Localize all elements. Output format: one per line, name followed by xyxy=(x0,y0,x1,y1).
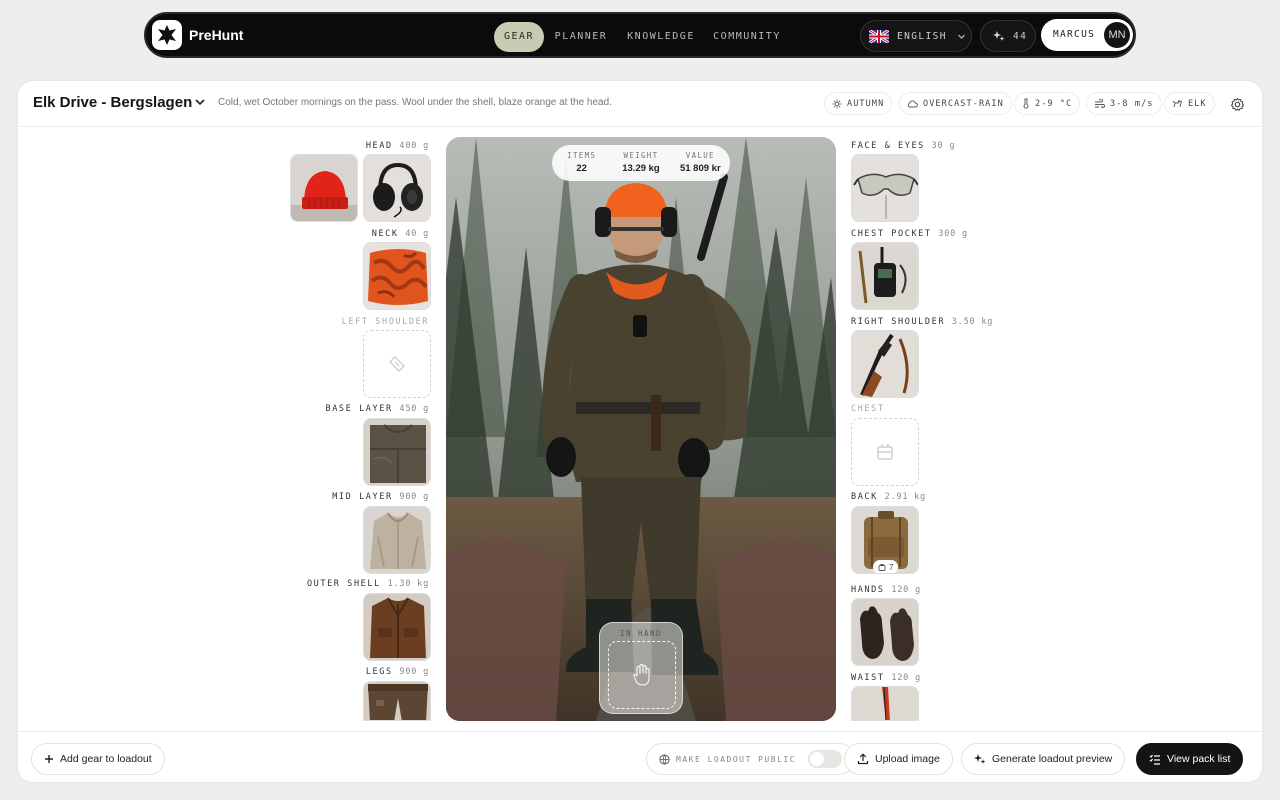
stat-weight: WEIGHT 13.29 kg xyxy=(622,151,660,174)
language-label: ENGLISH xyxy=(897,30,947,42)
slot-back-label: BACK 2.91 kg xyxy=(851,492,927,502)
gear-tile-outer-shell[interactable] xyxy=(363,593,431,661)
slot-face-eyes-label: FACE & EYES 30 g xyxy=(851,141,956,151)
slot-left-shoulder-label: LEFT SHOULDER xyxy=(341,317,429,327)
slot-outer-shell-label: OUTER SHELL 1.30 kg xyxy=(306,579,429,589)
slot-chest-label: CHEST xyxy=(851,404,885,414)
make-public-toggle[interactable]: MAKE LOADOUT PUBLIC xyxy=(646,743,856,775)
elk-icon xyxy=(1172,99,1183,107)
slot-head-label: HEAD 400 g xyxy=(365,141,429,151)
gear-tile-knife[interactable] xyxy=(851,686,919,721)
slot-base-layer-label: BASE LAYER 450 g xyxy=(325,404,429,414)
tab-planner[interactable]: PLANNER xyxy=(550,22,612,52)
prehunt-logo-icon[interactable] xyxy=(152,20,182,50)
gear-icon xyxy=(1230,97,1244,111)
tab-community[interactable]: COMMUNITY xyxy=(708,22,786,52)
user-menu[interactable]: MARCUS MN xyxy=(1041,19,1133,51)
wind-chip[interactable]: 3-8 m/s xyxy=(1086,92,1162,115)
gear-tile-rifle[interactable] xyxy=(851,330,919,398)
points-value: 44 xyxy=(1013,30,1028,42)
chest-slot-icon xyxy=(877,444,893,460)
loadout-card: Elk Drive - Bergslagen Cold, wet October… xyxy=(17,80,1263,783)
plus-icon xyxy=(45,755,53,763)
bag-icon xyxy=(878,564,886,571)
hand-icon xyxy=(633,663,650,686)
globe-icon xyxy=(659,753,670,765)
user-name: MARCUS xyxy=(1053,29,1096,40)
sparkle-icon xyxy=(974,754,986,764)
in-hand-dropzone[interactable] xyxy=(608,641,676,709)
empty-slot-left-shoulder[interactable] xyxy=(363,330,431,398)
weather-label: OVERCAST-RAIN xyxy=(923,98,1004,109)
gear-tile-gloves[interactable] xyxy=(851,598,919,666)
generate-preview-button[interactable]: Generate loadout preview xyxy=(961,743,1126,775)
add-gear-button[interactable]: Add gear to loadout xyxy=(31,743,165,775)
slot-hands-label: HANDS 120 g xyxy=(851,585,921,595)
upload-icon xyxy=(857,753,869,765)
tab-knowledge[interactable]: KNOWLEDGE xyxy=(620,22,702,52)
points-counter[interactable]: 44 xyxy=(980,20,1036,52)
hunter-preview-image: ITEMS 22 WEIGHT 13.29 kg VALUE 51 809 kr… xyxy=(446,137,836,721)
public-toggle-switch[interactable] xyxy=(808,750,843,768)
gear-tile-radio[interactable] xyxy=(851,242,919,310)
language-selector[interactable]: ENGLISH xyxy=(860,20,972,52)
top-navigation: PreHunt GEAR PLANNER KNOWLEDGE COMMUNITY… xyxy=(144,12,1136,58)
season-chip[interactable]: AUTUMN xyxy=(824,92,893,115)
chevron-down-icon xyxy=(957,34,965,39)
stat-value: VALUE 51 809 kr xyxy=(679,151,721,174)
gear-tile-base-layer[interactable] xyxy=(363,418,431,486)
slot-waist-label: WAIST 120 g xyxy=(851,673,921,683)
gear-tile-neck-gaiter[interactable] xyxy=(363,242,431,310)
settings-button[interactable] xyxy=(1225,92,1249,116)
avatar: MN xyxy=(1104,22,1130,48)
loadout-description: Cold, wet October mornings on the pass. … xyxy=(218,97,612,108)
slot-right-shoulder-label: RIGHT SHOULDER 3.50 kg xyxy=(851,317,994,327)
chevron-down-icon[interactable] xyxy=(194,96,206,108)
upload-image-button[interactable]: Upload image xyxy=(844,743,953,775)
cloud-icon xyxy=(907,100,918,107)
uk-flag-icon xyxy=(869,29,889,43)
game-chip[interactable]: ELK xyxy=(1164,92,1215,115)
slot-legs-label: LEGS 900 g xyxy=(365,667,429,677)
loadout-stats: ITEMS 22 WEIGHT 13.29 kg VALUE 51 809 kr xyxy=(552,145,730,181)
shoulder-slot-icon xyxy=(388,355,406,373)
in-hand-slot[interactable]: IN HAND xyxy=(599,622,683,714)
slot-chest-pocket-label: CHEST POCKET 300 g xyxy=(851,229,968,239)
wind-label: 3-8 m/s xyxy=(1110,98,1154,109)
view-pack-list-button[interactable]: View pack list xyxy=(1136,743,1244,775)
slot-neck-label: NECK 40 g xyxy=(371,229,429,239)
temperature-label: 2-9 °C xyxy=(1035,98,1073,109)
sparkle-icon xyxy=(993,31,1005,41)
game-label: ELK xyxy=(1188,98,1207,109)
empty-slot-chest[interactable] xyxy=(851,418,919,486)
loadout-header: Elk Drive - Bergslagen Cold, wet October… xyxy=(18,81,1262,127)
slot-mid-layer-label: MID LAYER 900 g xyxy=(332,492,429,502)
season-label: AUTUMN xyxy=(847,98,885,109)
backpack-contents-badge: 7 xyxy=(873,560,899,573)
sun-icon xyxy=(832,99,842,108)
footer-toolbar: Add gear to loadout MAKE LOADOUT PUBLIC … xyxy=(18,731,1262,782)
list-icon xyxy=(1149,754,1160,765)
brand-name[interactable]: PreHunt xyxy=(189,27,243,43)
gear-tile-beanie[interactable] xyxy=(290,154,358,222)
loadout-title[interactable]: Elk Drive - Bergslagen xyxy=(33,94,192,111)
tab-gear[interactable]: GEAR xyxy=(494,22,544,52)
gear-tile-mid-layer[interactable] xyxy=(363,506,431,574)
gear-tile-ear-protection[interactable] xyxy=(363,154,431,222)
temperature-chip[interactable]: 2-9 °C xyxy=(1014,92,1081,115)
thermometer-icon xyxy=(1023,98,1029,109)
stat-items: ITEMS 22 xyxy=(567,151,597,174)
gear-tile-shooting-glasses[interactable] xyxy=(851,154,919,222)
weather-chip[interactable]: OVERCAST-RAIN xyxy=(899,92,1012,115)
gear-tile-backpack[interactable]: 7 xyxy=(851,506,919,574)
gear-tile-trousers[interactable] xyxy=(363,681,431,721)
in-hand-label: IN HAND xyxy=(619,629,663,638)
wind-icon xyxy=(1095,98,1105,108)
